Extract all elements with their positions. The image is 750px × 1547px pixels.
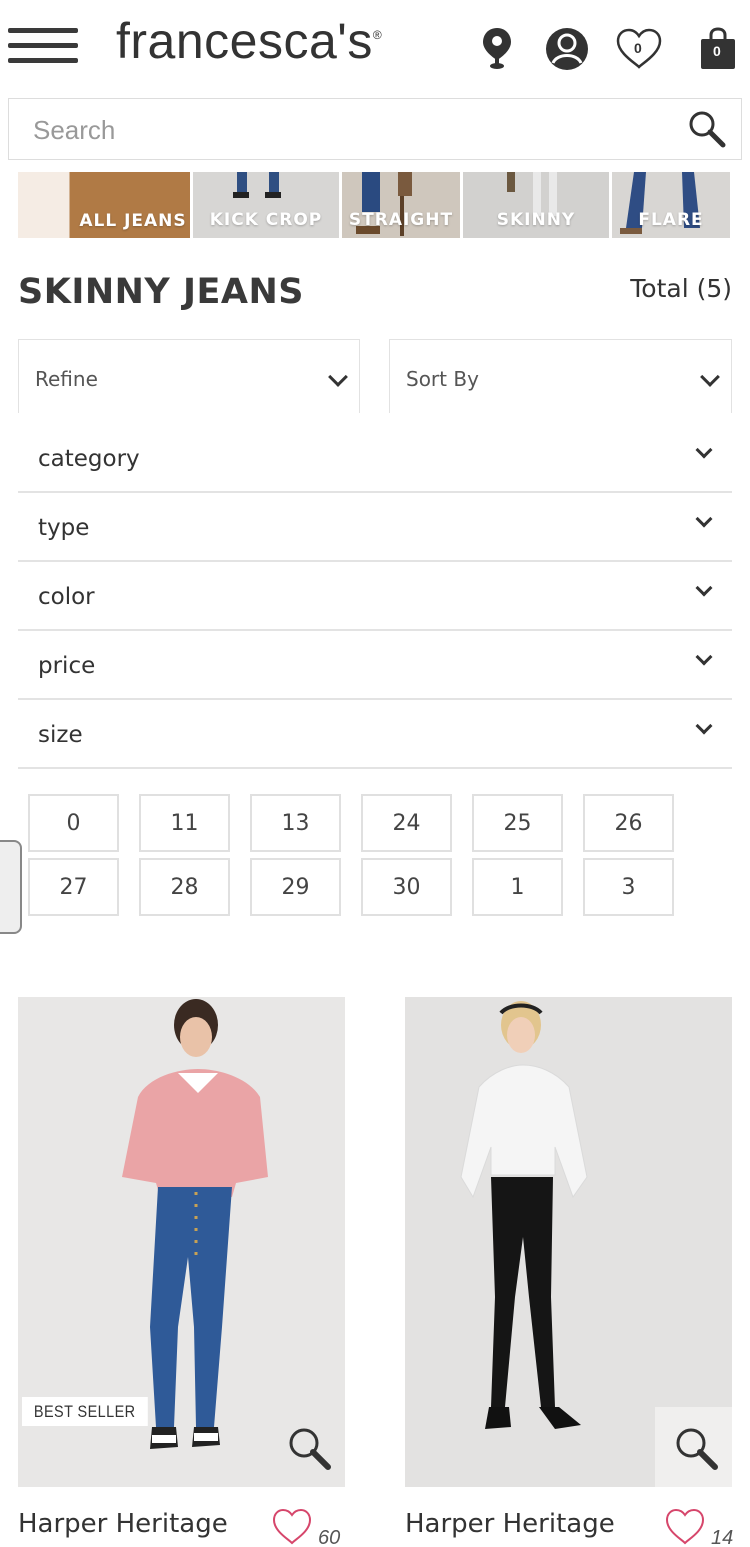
site-header: francesca's® 0 0	[0, 0, 750, 96]
logo-registered-mark: ®	[372, 28, 383, 42]
wishlist-heart-icon[interactable]	[272, 1507, 312, 1547]
chevron-down-icon	[695, 441, 713, 459]
heart-icon[interactable]: 0	[614, 24, 664, 74]
brand-logo[interactable]: francesca's®	[116, 12, 382, 70]
category-label: ALL JEANS	[79, 211, 187, 231]
chevron-down-icon	[695, 579, 713, 597]
search-icon[interactable]	[687, 109, 727, 149]
quick-view-icon[interactable]	[655, 1407, 732, 1487]
chevron-down-icon	[700, 367, 720, 387]
product-name[interactable]: Harper Heritage	[18, 1509, 228, 1539]
filter-category[interactable]: category	[18, 424, 732, 493]
quick-view-icon[interactable]	[268, 1407, 345, 1487]
product-card: Harper Heritage 14	[405, 997, 734, 1547]
category-tile-straight[interactable]: STRAIGHT	[342, 172, 460, 238]
size-option[interactable]: 27	[28, 858, 119, 916]
search-bar	[8, 98, 742, 160]
filter-type[interactable]: type	[18, 493, 732, 562]
category-tile-kick-crop[interactable]: KICK CROP	[193, 172, 339, 238]
search-input[interactable]	[33, 111, 653, 149]
logo-text: francesca's	[116, 13, 373, 69]
category-carousel: ALL JEANS KICK CROP STRAIGHT SKINNY FLAR…	[18, 172, 732, 238]
size-option[interactable]: 11	[139, 794, 230, 852]
filter-label: size	[38, 722, 83, 748]
chevron-down-icon	[328, 367, 348, 387]
filter-label: type	[38, 515, 90, 541]
filter-label: category	[38, 446, 140, 472]
product-image[interactable]	[405, 997, 732, 1487]
side-drawer-tab[interactable]	[0, 840, 22, 934]
size-option[interactable]: 30	[361, 858, 452, 916]
product-image[interactable]: BEST SELLER	[18, 997, 345, 1487]
chevron-down-icon	[695, 648, 713, 666]
size-option[interactable]: 29	[250, 858, 341, 916]
filter-price[interactable]: price	[18, 631, 732, 700]
wishlist-count: 14	[711, 1527, 734, 1547]
category-label: KICK CROP	[209, 210, 323, 230]
page-title: SKINNY JEANS	[18, 272, 304, 312]
product-name[interactable]: Harper Heritage	[405, 1509, 615, 1539]
product-card: BEST SELLER Harper Heritage 60	[18, 997, 345, 1547]
refine-dropdown[interactable]: Refine	[18, 339, 360, 413]
sort-dropdown[interactable]: Sort By	[389, 339, 732, 413]
wishlist-heart-icon[interactable]	[665, 1507, 705, 1547]
size-option[interactable]: 1	[472, 858, 563, 916]
shopping-bag-icon[interactable]: 0	[693, 24, 743, 74]
chevron-down-icon	[695, 510, 713, 528]
location-pin-icon[interactable]	[472, 24, 522, 74]
bag-count: 0	[713, 43, 721, 59]
category-label: FLARE	[638, 210, 704, 230]
menu-icon[interactable]	[8, 28, 80, 64]
category-label: STRAIGHT	[348, 210, 454, 230]
size-option[interactable]: 13	[250, 794, 341, 852]
chevron-down-icon	[695, 717, 713, 735]
favorites-count: 0	[634, 40, 642, 56]
filter-label: color	[38, 584, 95, 610]
category-tile-skinny[interactable]: SKINNY	[463, 172, 609, 238]
size-option[interactable]: 3	[583, 858, 674, 916]
wishlist-count: 60	[318, 1527, 341, 1547]
filter-color[interactable]: color	[18, 562, 732, 631]
category-tile-all-jeans[interactable]: ALL JEANS	[18, 172, 190, 238]
size-option[interactable]: 25	[472, 794, 563, 852]
category-label: SKINNY	[496, 210, 576, 230]
best-seller-badge: BEST SELLER	[22, 1397, 148, 1426]
filter-label: price	[38, 653, 96, 679]
category-tile-flare[interactable]: FLARE	[612, 172, 730, 238]
size-option[interactable]: 0	[28, 794, 119, 852]
filter-size[interactable]: size	[18, 700, 732, 769]
size-option[interactable]: 26	[583, 794, 674, 852]
size-option[interactable]: 28	[139, 858, 230, 916]
sort-label: Sort By	[406, 367, 479, 391]
refine-label: Refine	[35, 367, 98, 391]
size-option[interactable]: 24	[361, 794, 452, 852]
result-total: Total (5)	[630, 274, 732, 303]
account-icon[interactable]	[542, 24, 592, 74]
